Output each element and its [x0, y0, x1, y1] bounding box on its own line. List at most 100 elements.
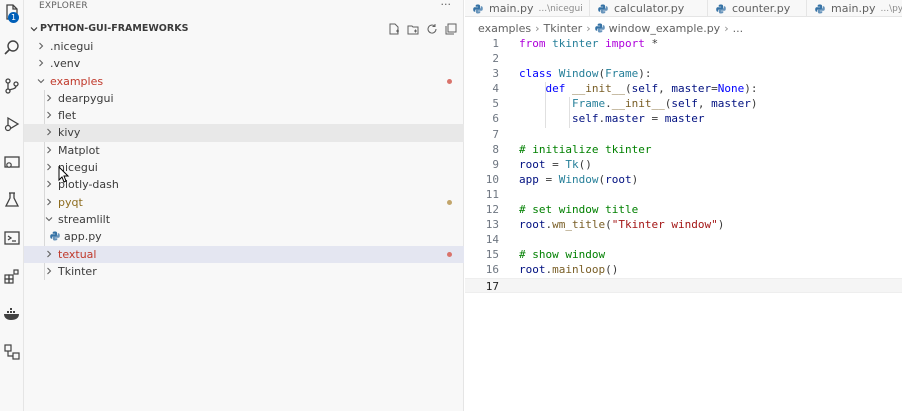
editor-tabs: main.py ...\nicegui calculator.py counte…: [465, 0, 902, 17]
tree-item-flet[interactable]: flet: [24, 107, 464, 124]
accounts-icon[interactable]: [0, 340, 24, 364]
line-number: 16: [485, 263, 499, 277]
python-file-icon: [815, 4, 825, 13]
new-folder-icon[interactable]: [405, 22, 420, 36]
tab-main-py-pyqt[interactable]: main.py ...\pyqt: [807, 0, 902, 16]
terminal-icon[interactable]: [0, 226, 24, 250]
tree-item-venv[interactable]: .venv: [24, 55, 464, 72]
tree-item-label: dearpygui: [58, 91, 114, 105]
explorer-header: EXPLORER: [39, 1, 88, 11]
code-line[interactable]: 16 root.mainloop(): [465, 262, 902, 277]
breadcrumb-separator-icon: ›: [586, 21, 591, 35]
code-line[interactable]: 4 def __init__(self, master=None):: [465, 81, 902, 96]
chevron-right-icon: [39, 59, 44, 67]
code-text: Frame.__init__(self, master): [571, 97, 758, 111]
tree-item-textual[interactable]: textual: [24, 245, 464, 263]
workspace-section-header[interactable]: PYTHON-GUI-FRAMEWORKS: [24, 20, 464, 38]
code-text: def __init__(self, master=None):: [545, 82, 758, 96]
tree-item-nicegui[interactable]: nicegui: [24, 159, 464, 176]
chevron-down-icon: [37, 78, 45, 83]
tree-item-label: textual: [58, 247, 97, 261]
chevron-right-icon: [47, 94, 52, 102]
tab-calculator-py[interactable]: calculator.py: [590, 0, 708, 16]
explorer-sidebar: EXPLORER ··· PYTHON-GUI-FRAMEWORKS .nice…: [24, 0, 464, 411]
code-line[interactable]: 12 # set window title: [465, 202, 902, 217]
extensions-icon[interactable]: [0, 264, 24, 288]
chevron-right-icon: [47, 267, 52, 275]
code-line[interactable]: 17: [465, 277, 902, 293]
tree-item-plotly-dash[interactable]: plotly-dash: [24, 176, 464, 193]
breadcrumb-item[interactable]: window_example.py: [609, 22, 721, 35]
remote-explorer-icon[interactable]: [0, 150, 24, 174]
tree-item-tkinter[interactable]: Tkinter: [24, 263, 464, 280]
indent-guide: [545, 82, 546, 128]
line-number: 1: [492, 37, 499, 50]
code-text: self.master = master: [571, 112, 705, 126]
editor-area: main.py ...\nicegui calculator.py counte…: [465, 0, 902, 411]
code-text: # show window: [519, 248, 606, 262]
tab-main-py-nicegui[interactable]: main.py ...\nicegui: [465, 0, 590, 16]
code-line[interactable]: 8 # initialize tkinter: [465, 142, 902, 157]
code-text: # set window title: [519, 203, 639, 217]
breadcrumb-item[interactable]: examples: [478, 22, 531, 35]
line-number: 8: [492, 142, 499, 156]
tree-item-dearpygui[interactable]: dearpygui: [24, 90, 464, 107]
line-number: 4: [492, 82, 499, 96]
tree-item-label: Matplot: [58, 143, 100, 157]
run-debug-icon[interactable]: [0, 112, 24, 136]
file-tree: .nicegui .venv examples dearpygui flet k…: [24, 38, 464, 280]
modified-dot: [447, 199, 452, 205]
tree-item-kivy[interactable]: kivy: [24, 124, 464, 142]
code-line[interactable]: 3 class Window(Frame):: [465, 66, 902, 81]
source-control-icon[interactable]: [0, 74, 24, 98]
code-line[interactable]: 2: [465, 51, 902, 66]
chevron-right-icon: [47, 250, 52, 257]
python-file-icon: [50, 231, 60, 241]
breadcrumb-item[interactable]: ...: [733, 22, 744, 35]
tree-item-examples[interactable]: examples: [24, 73, 464, 90]
code-line[interactable]: 7: [465, 127, 902, 142]
tree-item-app-py[interactable]: app.py: [24, 228, 464, 245]
line-number: 14: [485, 233, 499, 247]
collapse-all-icon[interactable]: [443, 22, 458, 36]
code-line[interactable]: 13 root.wm_title("Tkinter window"): [465, 217, 902, 232]
tree-item-matplot[interactable]: Matplot: [24, 142, 464, 159]
code-line[interactable]: 6 self.master = master: [465, 111, 902, 126]
python-file-icon: [598, 4, 608, 13]
code-line[interactable]: 14: [465, 232, 902, 247]
line-number: 12: [485, 203, 499, 217]
tab-label: main.py: [831, 2, 876, 15]
code-line[interactable]: 9 root = Tk(): [465, 157, 902, 172]
code-text: class Window(Frame):: [519, 67, 652, 81]
line-number: 9: [492, 157, 499, 171]
tree-item-label: app.py: [64, 230, 102, 244]
tab-description: ...\pyqt: [880, 3, 902, 14]
testing-icon[interactable]: [0, 188, 24, 212]
new-file-icon[interactable]: [386, 22, 401, 36]
line-number: 6: [492, 112, 499, 126]
line-number: 11: [485, 187, 499, 201]
tab-label: counter.py: [732, 2, 791, 15]
tree-item-streamlilt[interactable]: streamlilt: [24, 211, 464, 228]
code-line[interactable]: 5 Frame.__init__(self, master): [465, 96, 902, 111]
tree-item-label: streamlilt: [58, 212, 111, 226]
refresh-icon[interactable]: [424, 22, 439, 36]
chevron-down-icon: [30, 27, 38, 32]
tab-counter-py[interactable]: counter.py: [708, 0, 807, 16]
code-text: # initialize tkinter: [519, 142, 652, 156]
notification-badge: 1: [8, 12, 19, 23]
python-file-icon: [594, 23, 605, 33]
tree-item-label: Tkinter: [58, 264, 97, 278]
search-icon[interactable]: [0, 36, 24, 60]
code-line[interactable]: 1 from tkinter import *: [465, 36, 902, 51]
code-line[interactable]: 10 app = Window(root): [465, 172, 902, 187]
line-number: 2: [492, 52, 499, 66]
tree-item-pyqt[interactable]: pyqt: [24, 194, 464, 211]
tree-item-nicegui-hidden[interactable]: .nicegui: [24, 38, 464, 55]
more-actions-icon[interactable]: ···: [441, 0, 452, 10]
docker-icon[interactable]: [0, 302, 24, 326]
code-editor[interactable]: 1 from tkinter import * 2 3 class Window(Fra…: [465, 36, 902, 293]
breadcrumb-item[interactable]: Tkinter: [543, 22, 582, 35]
code-line[interactable]: 15 # show window: [465, 247, 902, 262]
code-line[interactable]: 11: [465, 187, 902, 202]
